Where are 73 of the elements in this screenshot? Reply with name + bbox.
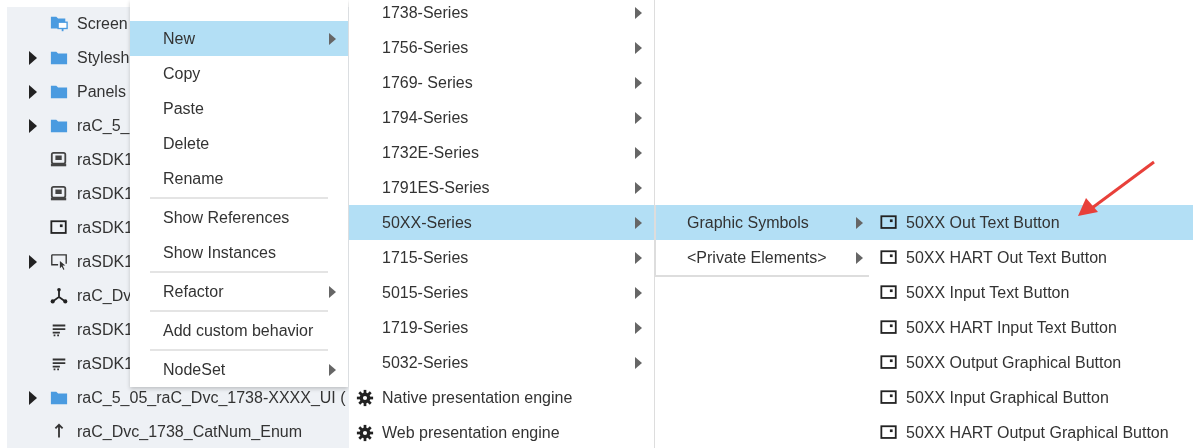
tree-item[interactable]: raC_5_05_raC_Dvc_1738-XXXX_UI (	[77, 389, 346, 407]
button-icon	[880, 213, 898, 232]
tree-item[interactable]: raC_5_	[77, 117, 130, 135]
submenu-arrow-icon	[329, 363, 336, 376]
menu-item[interactable]: 1769- Series	[349, 65, 654, 100]
expand-arrow-icon	[28, 391, 38, 405]
tree-item[interactable]: raC_Dvc_1738_CatNum_Enum	[77, 423, 302, 441]
button-icon	[880, 283, 898, 302]
button-icon	[880, 423, 898, 442]
window-cursor-icon	[49, 253, 69, 271]
gear-icon	[356, 423, 374, 442]
menu-item[interactable]: Paste	[130, 91, 348, 126]
tree-item[interactable]: raC_Dv	[77, 287, 132, 305]
tree-item[interactable]: Screen	[77, 15, 128, 33]
expand-arrow-icon	[28, 85, 38, 99]
menu-item[interactable]: 5032-Series	[349, 345, 654, 380]
menu-item[interactable]: 1738-Series	[349, 0, 654, 30]
submenu-arrow-icon	[329, 32, 336, 45]
button-icon	[880, 388, 898, 407]
menu-item[interactable]: Copy	[130, 56, 348, 91]
submenu-arrow-icon	[635, 6, 642, 19]
tree-item[interactable]: Panels	[77, 83, 126, 101]
submenu-arrow-icon	[329, 285, 336, 298]
panel-icon	[49, 151, 69, 169]
menu-item[interactable]: 1715-Series	[349, 240, 654, 275]
menu-item[interactable]: 5015-Series	[349, 275, 654, 310]
menu-item[interactable]: Native presentation engine	[349, 380, 654, 415]
expand-arrow-icon	[28, 255, 38, 269]
menu-item[interactable]: 50XX HART Out Text Button	[868, 240, 1193, 275]
menu-item[interactable]: New	[130, 21, 348, 56]
folder-icon	[49, 389, 69, 407]
submenu-arrow-icon	[635, 76, 642, 89]
expand-arrow-icon	[28, 51, 38, 65]
panel-icon	[49, 185, 69, 203]
tree-item[interactable]: Stylesh	[77, 49, 130, 67]
folder-icon	[49, 49, 69, 67]
submenu-arrow-icon	[635, 111, 642, 124]
submenu-arrow-icon	[856, 251, 863, 264]
submenu-arrow-icon	[635, 181, 642, 194]
menu-item[interactable]: 50XX Out Text Button	[868, 205, 1193, 240]
submenu-arrow-icon	[635, 41, 642, 54]
submenu-arrow-icon	[635, 321, 642, 334]
menu-item[interactable]: 50XX HART Input Text Button	[868, 310, 1193, 345]
folder-icon	[49, 117, 69, 135]
submenu-arrow-icon	[635, 356, 642, 369]
menu-item[interactable]: 1794-Series	[349, 100, 654, 135]
menu-item[interactable]: Graphic Symbols	[656, 205, 869, 240]
button-icon	[880, 248, 898, 267]
menu-item[interactable]: <Private Elements>	[656, 240, 869, 275]
submenu-arrow-icon	[635, 286, 642, 299]
menu-item[interactable]: 50XX Input Text Button	[868, 275, 1193, 310]
button-icon	[49, 219, 69, 237]
submenu-arrow-icon	[856, 216, 863, 229]
button-icon	[880, 318, 898, 337]
menu-item[interactable]: 50XX-Series	[349, 205, 654, 240]
menu-item[interactable]: 1732E-Series	[349, 135, 654, 170]
gear-icon	[356, 388, 374, 407]
menu-item[interactable]: 1791ES-Series	[349, 170, 654, 205]
menu-item[interactable]: 1756-Series	[349, 30, 654, 65]
menu-item[interactable]: 50XX Output Graphical Button	[868, 345, 1193, 380]
submenu-arrow-icon	[635, 251, 642, 264]
folder-with-monitor-icon	[49, 15, 69, 33]
expand-arrow-icon	[28, 119, 38, 133]
submenu-arrow-icon	[635, 146, 642, 159]
menu-item[interactable]: Web presentation engine	[349, 415, 654, 448]
menu-item[interactable]: Refactor	[130, 274, 348, 309]
submenu-arrow-icon	[635, 216, 642, 229]
folder-icon	[49, 83, 69, 101]
menu-item[interactable]: 1719-Series	[349, 310, 654, 345]
node-graph-icon	[49, 287, 69, 305]
button-icon	[880, 353, 898, 372]
menu-item[interactable]: 50XX Input Graphical Button	[868, 380, 1193, 415]
menu-item[interactable]: 50XX HART Output Graphical Button	[868, 415, 1193, 448]
